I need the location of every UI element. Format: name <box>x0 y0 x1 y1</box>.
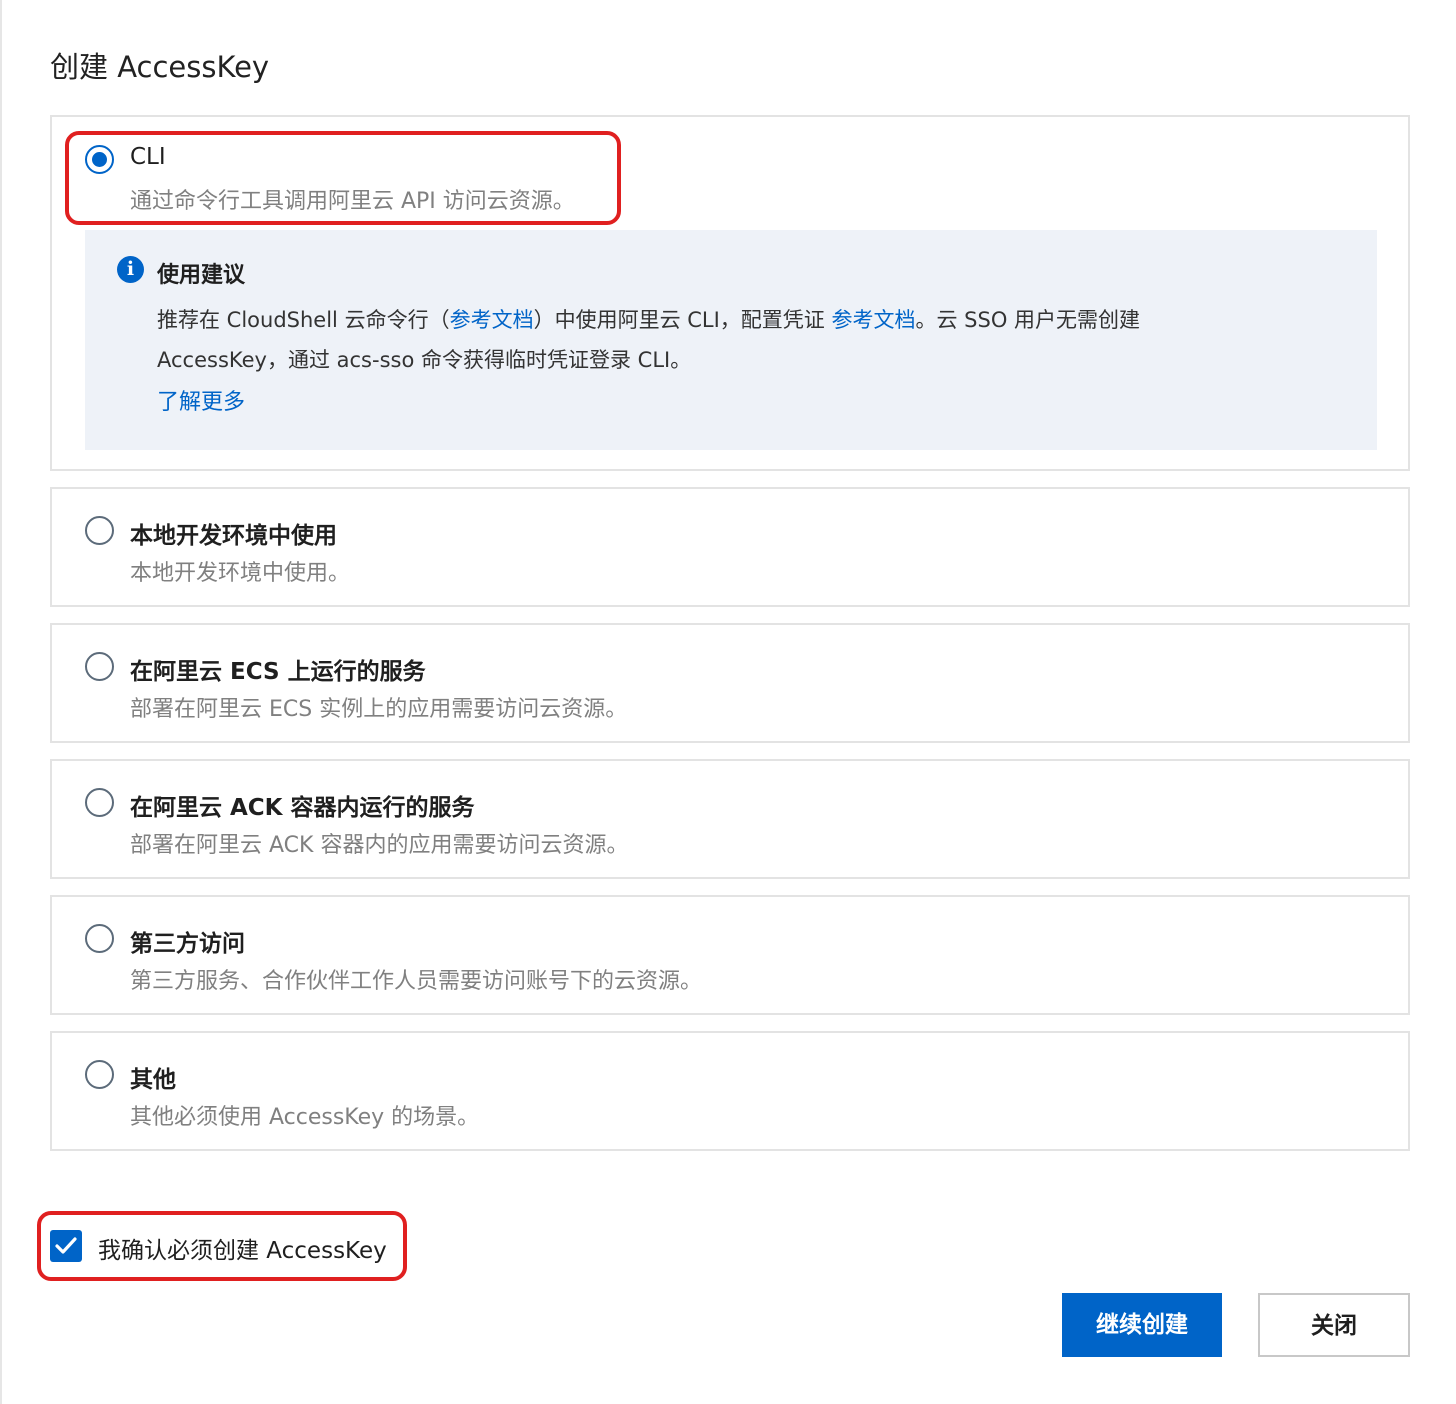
option-ack-description: 部署在阿里云 ACK 容器内的应用需要访问云资源。 <box>130 833 629 858</box>
confirm-label[interactable]: 我确认必须创建 AccessKey <box>98 1231 387 1265</box>
tip-text-segment: 推荐在 CloudShell 云命令行（ <box>157 308 450 332</box>
tip-text-segment: ）中使用阿里云 CLI，配置凭证 <box>533 308 832 332</box>
window-edge <box>0 0 2 1404</box>
option-ecs-description: 部署在阿里云 ECS 实例上的应用需要访问云资源。 <box>130 697 628 722</box>
radio-ack[interactable] <box>85 788 114 817</box>
option-ack-title: 在阿里云 ACK 容器内运行的服务 <box>130 795 475 821</box>
option-ack[interactable]: 在阿里云 ACK 容器内运行的服务 部署在阿里云 ACK 容器内的应用需要访问云… <box>50 759 1410 879</box>
radio-third-party[interactable] <box>85 924 114 953</box>
reference-doc-link-2[interactable]: 参考文档 <box>831 308 915 332</box>
confirm-checkbox[interactable] <box>50 1230 82 1262</box>
tip-text-segment: 。云 SSO 用户无需创建 <box>915 308 1141 332</box>
tip-title: 使用建议 <box>157 263 246 288</box>
option-ecs[interactable]: 在阿里云 ECS 上运行的服务 部署在阿里云 ECS 实例上的应用需要访问云资源… <box>50 623 1410 743</box>
tip-text-line2: AccessKey，通过 acs-sso 命令获得临时凭证登录 CLI。 <box>157 348 692 372</box>
option-third-party[interactable]: 第三方访问 第三方服务、合作伙伴工作人员需要访问账号下的云资源。 <box>50 895 1410 1015</box>
highlight-cli-option <box>65 131 621 225</box>
dialog-title: 创建 AccessKey <box>50 50 270 84</box>
info-icon: i <box>117 256 144 283</box>
radio-local[interactable] <box>85 516 114 545</box>
option-other-description: 其他必须使用 AccessKey 的场景。 <box>130 1105 480 1130</box>
option-other-title: 其他 <box>130 1067 176 1093</box>
option-local-title: 本地开发环境中使用 <box>130 523 337 549</box>
reference-doc-link-1[interactable]: 参考文档 <box>450 308 534 332</box>
radio-ecs[interactable] <box>85 652 114 681</box>
option-local[interactable]: 本地开发环境中使用 本地开发环境中使用。 <box>50 487 1410 607</box>
option-ecs-title: 在阿里云 ECS 上运行的服务 <box>130 659 426 685</box>
usage-tip-box: i 使用建议 推荐在 CloudShell 云命令行（参考文档）中使用阿里云 C… <box>85 230 1377 450</box>
checkmark-icon <box>55 1237 77 1254</box>
option-third-party-description: 第三方服务、合作伙伴工作人员需要访问账号下的云资源。 <box>130 969 703 994</box>
option-local-description: 本地开发环境中使用。 <box>130 561 351 586</box>
learn-more-link[interactable]: 了解更多 <box>157 384 245 416</box>
close-button[interactable]: 关闭 <box>1258 1293 1410 1357</box>
radio-other[interactable] <box>85 1060 114 1089</box>
option-third-party-title: 第三方访问 <box>130 931 245 957</box>
option-other[interactable]: 其他 其他必须使用 AccessKey 的场景。 <box>50 1031 1410 1151</box>
tip-text-line1: 推荐在 CloudShell 云命令行（参考文档）中使用阿里云 CLI，配置凭证… <box>157 304 1337 334</box>
continue-create-button[interactable]: 继续创建 <box>1062 1293 1222 1357</box>
